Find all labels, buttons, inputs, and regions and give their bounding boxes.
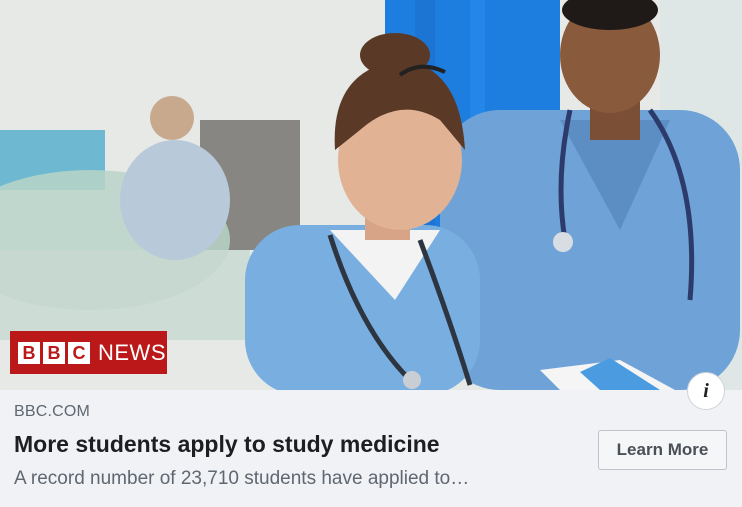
learn-more-button[interactable]: Learn More (598, 430, 727, 470)
info-icon[interactable]: i (687, 372, 725, 410)
sponsored-post-card[interactable]: B B C NEWS i BBC.COM More students apply… (0, 0, 742, 507)
ad-headline[interactable]: More students apply to study medicine (14, 431, 574, 458)
bbc-logo-block-b2: B (43, 341, 65, 364)
bbc-news-logo: B B C NEWS (10, 331, 167, 374)
bbc-logo-news-label: NEWS (98, 339, 166, 365)
bbc-logo-block-b1: B (18, 341, 40, 364)
ad-description: A record number of 23,710 students have … (14, 468, 470, 489)
ad-image[interactable]: B B C NEWS (0, 0, 742, 390)
link-domain: BBC.COM (14, 403, 91, 420)
bbc-logo-block-c: C (68, 341, 90, 364)
